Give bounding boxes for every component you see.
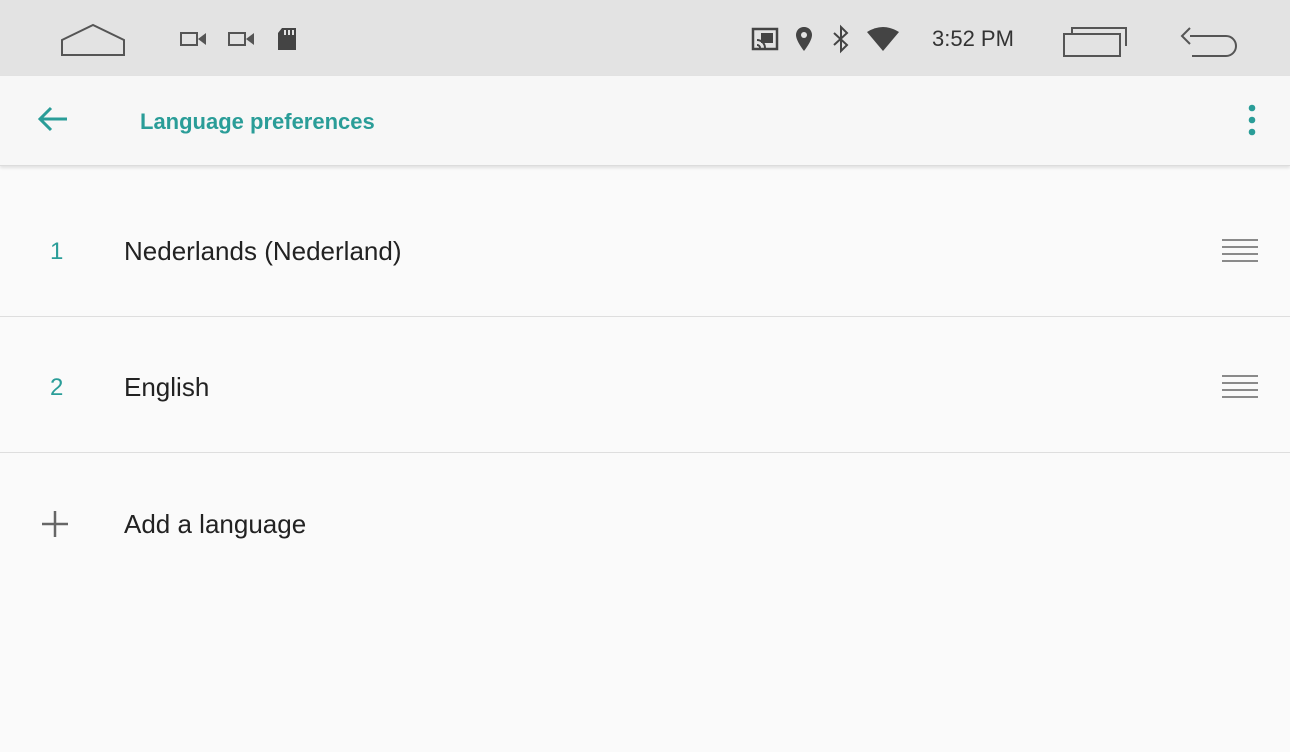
more-vert-icon — [1248, 104, 1256, 141]
recent-apps-nav-icon[interactable] — [1062, 24, 1132, 58]
location-icon — [794, 25, 814, 53]
video-camera-icon — [228, 30, 256, 48]
back-button[interactable] — [30, 101, 76, 141]
status-time: 3:52 PM — [932, 26, 1014, 51]
add-language-label: Add a language — [124, 509, 307, 539]
home-nav-icon[interactable] — [58, 22, 128, 58]
status-bar: 3:52 PM — [0, 0, 1290, 76]
cast-icon — [750, 26, 780, 52]
add-language-button[interactable]: Add a language — [0, 453, 1290, 591]
language-name: Nederlands (Nederland) — [124, 236, 402, 266]
wifi-icon — [866, 26, 900, 52]
screen: 3:52 PM Language preferences 1 Nederland… — [0, 0, 1290, 752]
list-item[interactable]: 2 English — [0, 317, 1290, 453]
plus-icon — [40, 509, 70, 539]
drag-handle-icon[interactable] — [1222, 375, 1258, 401]
drag-handle-icon[interactable] — [1222, 239, 1258, 265]
language-index: 2 — [50, 374, 64, 401]
arrow-left-icon — [37, 106, 69, 137]
overflow-menu-button[interactable] — [1236, 100, 1268, 144]
language-index: 1 — [50, 238, 64, 265]
list-item[interactable]: 1 Nederlands (Nederland) — [0, 181, 1290, 317]
app-bar: Language preferences — [0, 76, 1290, 166]
sd-card-icon — [276, 26, 298, 52]
back-nav-icon[interactable] — [1176, 24, 1242, 60]
language-name: English — [124, 372, 210, 402]
video-camera-icon — [180, 30, 208, 48]
bluetooth-icon — [830, 24, 852, 54]
page-title: Language preferences — [140, 109, 375, 134]
